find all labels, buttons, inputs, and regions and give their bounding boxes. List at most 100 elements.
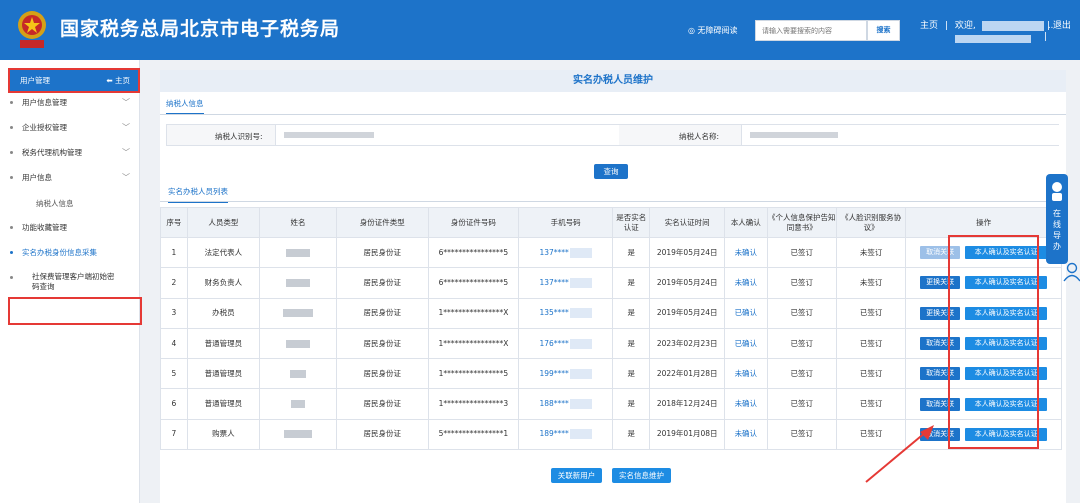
- cell-no: 5: [160, 358, 188, 390]
- masked-name: [286, 248, 311, 257]
- cell-face: 已签订: [835, 358, 907, 390]
- app-root: 国家税务总局北京市电子税务局 ◎ 无障碍阅读 搜索 主页 | 欢迎,.. | |…: [0, 0, 1080, 503]
- taxpayer-name-label: 纳税人名称:: [679, 132, 720, 141]
- cell-id-type: 居民身份证: [335, 358, 429, 390]
- masked-phone: [569, 429, 592, 440]
- cell-face: 已签订: [835, 327, 907, 360]
- sidebar-item-label: 企业授权管理: [22, 123, 67, 132]
- cell-verified: 是: [612, 267, 651, 299]
- masked-name: [291, 400, 306, 409]
- cell-name: [259, 267, 337, 299]
- masked-phone: [569, 308, 592, 319]
- cell-id-type: 居民身份证: [335, 388, 429, 420]
- link-new-user-button[interactable]: 关联新用户: [551, 468, 602, 483]
- cell-time: 2019年01月08日: [649, 418, 725, 451]
- cell-time: 2019年05月24日: [649, 297, 725, 329]
- bullet-icon: [10, 101, 13, 104]
- sidebar-item-user-info[interactable]: 用户信息 ﹀: [0, 165, 140, 190]
- cell-phone: 176****: [518, 327, 614, 360]
- table-row: 4 普通管理员 居民身份证 1****************X 176**** 是 202…: [160, 327, 1062, 360]
- sidebar-social-line1: 社保费管理客户端初始密: [32, 272, 115, 281]
- masked-name: [286, 339, 311, 348]
- sidebar-item-favorites[interactable]: 功能收藏管理: [0, 215, 140, 240]
- phone-text: 137****: [539, 247, 569, 257]
- cell-type: 法定代表人: [186, 236, 261, 269]
- online-guide-float[interactable]: 在线导办: [1046, 174, 1068, 264]
- cell-no: 2: [160, 267, 188, 299]
- chevron-down-icon: ﹀: [122, 123, 130, 132]
- red-arrow-icon: [865, 425, 934, 483]
- cell-verified: 是: [612, 358, 651, 390]
- cell-verified: 是: [612, 327, 651, 360]
- cell-face: 未签订: [835, 267, 907, 299]
- cell-time: 2019年05月24日: [649, 267, 725, 299]
- cell-id-no: 1****************3: [427, 388, 520, 420]
- table-row: 1 法定代表人 居民身份证 6****************5 137**** 是 201…: [160, 236, 1062, 269]
- logout-link[interactable]: | 退出: [1047, 18, 1071, 31]
- cell-id-type: 居民身份证: [335, 267, 429, 299]
- taxpayer-name-value: [741, 125, 1059, 145]
- masked-value: [750, 132, 838, 138]
- cell-verified: 是: [612, 236, 651, 269]
- col-type: 人员类型: [186, 207, 261, 238]
- table-row: 6 普通管理员 居民身份证 1****************3 188**** 是 201…: [160, 388, 1062, 420]
- site-title: 国家税务总局北京市电子税务局: [60, 18, 341, 40]
- cell-id-type: 居民身份证: [335, 327, 429, 360]
- col-action: 操作: [905, 207, 1062, 238]
- welcome-text: 欢迎,: [954, 21, 976, 31]
- sidebar-item-tax-agency[interactable]: 税务代理机构管理 ﹀: [0, 140, 140, 165]
- cell-consent: 已签订: [766, 388, 837, 420]
- cell-type: 办税员: [186, 297, 261, 329]
- page-title: 实名办税人员维护: [160, 70, 1066, 92]
- sidebar-head-label: 用户管理: [20, 76, 50, 85]
- col-confirm: 本人确认: [724, 207, 768, 238]
- sidebar-subitem-taxpayer-info[interactable]: 纳税人信息: [36, 198, 74, 209]
- sidebar-item-realname-collection[interactable]: 实名办税身份信息采集: [0, 240, 140, 265]
- cell-time: 2023年02月23日: [649, 327, 725, 360]
- sidebar-home-label: 主页: [115, 76, 130, 85]
- cell-consent: 已签订: [766, 297, 837, 329]
- cell-confirm: 未确认: [724, 418, 768, 451]
- bullet-icon: [10, 176, 13, 179]
- chevron-down-icon: ﹀: [122, 173, 130, 182]
- home-link[interactable]: 主页: [920, 21, 938, 31]
- cell-name: [259, 236, 337, 269]
- cell-name: [259, 358, 337, 390]
- cell-name: [259, 388, 337, 420]
- cell-phone: 199****: [518, 358, 614, 390]
- user-service-icon[interactable]: [1062, 262, 1080, 282]
- accessible-reading-link[interactable]: ◎ 无障碍阅读: [688, 25, 738, 36]
- sidebar-item-enterprise-auth[interactable]: 企业授权管理 ﹀: [0, 115, 140, 140]
- sidebar-home-link[interactable]: ⬅ 主页: [106, 70, 130, 91]
- phone-text: 137****: [539, 277, 569, 287]
- cell-type: 购票人: [186, 418, 261, 451]
- assistant-icon: [1052, 182, 1062, 201]
- sidebar-item-label: 实名办税身份信息采集: [22, 248, 97, 257]
- query-button[interactable]: 查询: [594, 164, 628, 179]
- bullet-icon: [10, 126, 13, 129]
- search-input[interactable]: [755, 20, 867, 41]
- tab-taxpayer-info[interactable]: 纳税人信息: [166, 98, 204, 115]
- cell-phone: 137****: [518, 267, 614, 299]
- masked-name: [286, 278, 311, 287]
- col-face: 《人脸识别服务协议》: [835, 207, 907, 238]
- cell-id-type: 居民身份证: [335, 236, 429, 269]
- sidebar-item-label: 税务代理机构管理: [22, 148, 82, 157]
- cell-name: [259, 297, 337, 329]
- separator-2: |: [1044, 32, 1048, 42]
- chevron-down-icon: ﹀: [122, 148, 130, 157]
- masked-name: [284, 430, 313, 439]
- action-highlight-box: [948, 235, 1039, 449]
- tax-emblem-icon: [18, 11, 46, 48]
- search-button[interactable]: 搜索: [867, 20, 900, 41]
- sidebar-item-user-info-mgmt[interactable]: 用户信息管理 ﹀: [0, 90, 140, 115]
- cell-consent: 已签订: [766, 267, 837, 299]
- masked-phone: [569, 338, 592, 349]
- cell-name: [259, 327, 337, 360]
- cell-confirm: 未确认: [724, 236, 768, 269]
- cell-consent: 已签订: [766, 236, 837, 269]
- realname-maintain-button[interactable]: 实名信息维护: [612, 468, 671, 483]
- cell-id-no: 1****************X: [427, 327, 520, 360]
- col-no: 序号: [160, 207, 188, 238]
- phone-text: 176****: [539, 338, 569, 348]
